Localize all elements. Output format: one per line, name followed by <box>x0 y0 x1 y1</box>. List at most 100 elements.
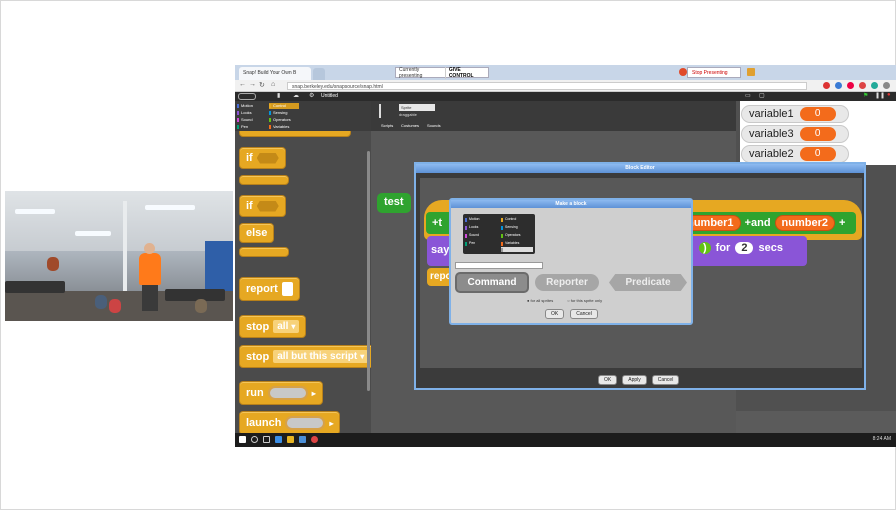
menu-icon[interactable] <box>883 82 890 89</box>
apply-button[interactable]: Apply <box>622 375 647 385</box>
chrome-icon[interactable] <box>311 436 318 443</box>
category-pen[interactable]: Pen <box>237 124 267 130</box>
launch-block[interactable]: launch ▸ <box>239 411 341 435</box>
radio-this-sprite[interactable]: for this sprite only <box>567 298 602 303</box>
sprite-name-field[interactable]: Sprite <box>399 104 435 111</box>
secs-label: secs <box>758 242 783 254</box>
palette-block-top[interactable] <box>239 131 351 137</box>
else-label: else <box>246 227 268 239</box>
block-name-input[interactable] <box>455 262 543 269</box>
cancel-button[interactable]: Cancel <box>570 309 598 319</box>
stop-script-block[interactable]: stop all but this script <box>239 345 371 368</box>
stop-icon[interactable]: ● <box>887 92 891 98</box>
ok-button[interactable]: OK <box>545 309 565 319</box>
give-control-button[interactable]: GIVE CONTROL <box>444 66 488 79</box>
stop-presenting-button[interactable]: Stop Presenting <box>687 67 741 78</box>
arrow-right-icon[interactable]: ▸ <box>329 419 333 428</box>
ring-slot[interactable] <box>267 386 308 400</box>
edge-icon[interactable] <box>275 436 282 443</box>
category-operators[interactable]: Operators <box>269 117 299 123</box>
report-block[interactable]: report <box>239 277 300 301</box>
extension-icon[interactable] <box>835 82 842 89</box>
param-number2[interactable]: number2 <box>774 215 836 231</box>
category-sound[interactable]: Sound <box>465 233 497 238</box>
green-flag-icon[interactable]: ⚑ <box>863 92 868 99</box>
category-variables[interactable]: Variables <box>501 241 533 246</box>
category-control[interactable]: Control <box>269 103 299 109</box>
ring-slot[interactable] <box>285 416 326 430</box>
file-icon[interactable]: ▮ <box>277 92 280 99</box>
category-control[interactable]: Control <box>501 217 533 222</box>
stage-size-icon[interactable]: ▭ <box>745 92 751 99</box>
make-block-title: Make a block <box>451 200 691 208</box>
category-pen[interactable]: Pen <box>465 241 497 246</box>
draggable-checkbox[interactable]: draggable <box>399 112 417 117</box>
predicate-option[interactable]: Predicate <box>609 274 687 291</box>
add-param-label[interactable]: + <box>839 217 845 229</box>
store-icon[interactable] <box>299 436 306 443</box>
pause-icon[interactable]: ❚❚ <box>875 92 885 99</box>
operator-slot[interactable]: ) <box>699 242 711 254</box>
condition-slot[interactable] <box>256 200 279 212</box>
cloud-icon[interactable]: ☁ <box>293 92 299 99</box>
category-looks[interactable]: Looks <box>465 225 497 230</box>
run-block[interactable]: run ▸ <box>239 381 323 405</box>
presenting-bar: Currently presenting GIVE CONTROL <box>395 66 489 79</box>
category-sensing[interactable]: Sensing <box>269 110 299 116</box>
extension-icon[interactable] <box>871 82 878 89</box>
webcam-feed <box>5 191 233 321</box>
condition-slot[interactable] <box>256 152 279 164</box>
snap-logo-icon[interactable] <box>238 93 256 100</box>
search-icon[interactable] <box>251 436 258 443</box>
windows-start-icon[interactable] <box>239 436 246 443</box>
address-bar[interactable]: snap.berkeley.edu/snapsource/snap.html <box>287 82 807 90</box>
category-sensing[interactable]: Sensing <box>501 225 533 230</box>
category-variables[interactable]: Variables <box>269 124 299 130</box>
browser-urlbar: ← → ↻ ⌂ snap.berkeley.edu/snapsource/sna… <box>235 80 896 92</box>
fullscreen-icon[interactable]: ▢ <box>759 92 765 99</box>
and-label: +and <box>744 217 771 229</box>
system-clock: 8:24 AM <box>872 436 891 442</box>
tab-scripts[interactable]: Scripts <box>381 123 393 128</box>
reload-icon[interactable]: ↻ <box>259 81 265 89</box>
windows-taskbar: 8:24 AM <box>235 433 896 447</box>
category-sound[interactable]: Sound <box>237 117 267 123</box>
tab-costumes[interactable]: Costumes <box>401 123 419 128</box>
back-icon[interactable]: ← <box>239 81 246 88</box>
extension-icon[interactable] <box>847 82 854 89</box>
test-block[interactable]: test <box>377 193 411 213</box>
stop-all-block[interactable]: stop all <box>239 315 307 338</box>
radio-all-sprites[interactable]: for all sprites <box>527 298 554 303</box>
browser-tab[interactable]: Snap! Build Your Own B <box>239 67 311 80</box>
reporter-option[interactable]: Reporter <box>535 274 599 291</box>
report-input[interactable] <box>281 282 293 296</box>
stop-all-dropdown[interactable]: all <box>273 320 300 333</box>
settings-icon[interactable]: ⚙ <box>309 92 314 99</box>
extension-icon[interactable] <box>823 82 830 89</box>
command-option[interactable]: Command <box>457 274 527 291</box>
cancel-button[interactable]: Cancel <box>651 375 680 385</box>
stop-script-dropdown[interactable]: all but this script <box>273 350 369 363</box>
forward-icon[interactable]: → <box>249 81 256 88</box>
tab-sounds[interactable]: Sounds <box>427 123 441 128</box>
variable-watcher: variable3 0 <box>741 125 849 143</box>
ok-button[interactable]: OK <box>598 375 618 385</box>
arrow-right-icon[interactable]: ▸ <box>312 389 316 398</box>
extension-icon[interactable] <box>859 82 866 89</box>
palette-scrollbar[interactable] <box>367 151 370 391</box>
secs-input[interactable]: 2 <box>735 242 754 254</box>
category-looks[interactable]: Looks <box>237 110 267 116</box>
task-view-icon[interactable] <box>263 436 270 443</box>
for-label: for <box>715 242 731 254</box>
scope-radios: for all sprites for this sprite only <box>527 298 603 303</box>
new-tab-button[interactable] <box>313 68 325 80</box>
home-icon[interactable]: ⌂ <box>271 81 275 88</box>
category-other[interactable] <box>501 247 533 252</box>
make-a-block-dialog: Make a block Motion Control Looks Sensin… <box>449 198 693 325</box>
if-block[interactable]: if <box>239 147 286 169</box>
category-motion[interactable]: Motion <box>465 217 497 222</box>
category-motion[interactable]: Motion <box>237 103 267 109</box>
if-else-block[interactable]: if <box>239 195 286 217</box>
explorer-icon[interactable] <box>287 436 294 443</box>
category-operators[interactable]: Operators <box>501 233 533 238</box>
